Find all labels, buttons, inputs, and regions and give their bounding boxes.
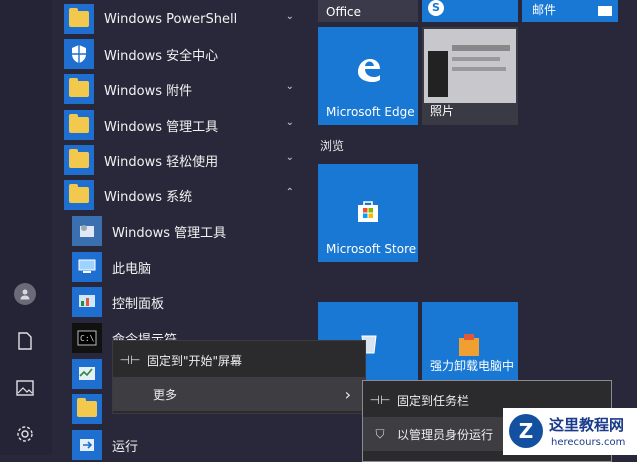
- file-explorer-icon: [72, 394, 102, 424]
- menu-item-label: 以管理员身份运行: [397, 427, 494, 442]
- watermark-title: 这里教程网: [549, 416, 625, 434]
- pictures-icon[interactable]: [12, 375, 38, 401]
- context-menu: ⊣⊢ 固定到"开始"屏幕 更多 ›: [112, 340, 366, 414]
- app-item-windows-admin-tools[interactable]: Windows 管理工具 ⌄: [60, 108, 304, 142]
- chevron-down-icon: ⌄: [285, 152, 294, 163]
- left-rail: [0, 0, 52, 455]
- watermark-logo: Z: [509, 414, 543, 448]
- app-item-label: Windows PowerShell: [104, 11, 238, 27]
- folder-icon: [64, 145, 94, 175]
- tile-microsoft-store[interactable]: Microsoft Store: [318, 164, 418, 262]
- folder-icon: [64, 4, 94, 34]
- sub-item-this-pc[interactable]: 此电脑: [68, 250, 304, 284]
- sub-item-admin-tools[interactable]: Windows 管理工具: [68, 214, 304, 248]
- chevron-down-icon: ⌄: [285, 81, 294, 92]
- control-panel-icon: [72, 287, 102, 317]
- uninstall-icon: [456, 332, 482, 358]
- documents-icon[interactable]: [12, 328, 38, 354]
- photo-thumbnail: [424, 29, 516, 103]
- tile-group-title: 浏览: [320, 139, 345, 153]
- chevron-down-icon: ⌄: [285, 11, 294, 22]
- folder-icon: [64, 110, 94, 140]
- svg-text:C:\: C:\: [80, 334, 95, 343]
- tile-label: 照片: [430, 104, 455, 118]
- menu-item-more[interactable]: 更多 ›: [113, 377, 365, 411]
- admin-shield-icon: ⛉: [375, 426, 385, 441]
- app-item-windows-accessories[interactable]: Windows 附件 ⌄: [60, 72, 304, 106]
- store-icon: [354, 198, 382, 224]
- tile-strong-uninstall[interactable]: 强力卸载电脑中: [422, 302, 518, 380]
- mail-icon: [598, 6, 612, 16]
- app-item-windows-system[interactable]: Windows 系统 ⌃: [60, 178, 304, 212]
- tile-photos[interactable]: 照片: [422, 27, 518, 125]
- tile-skype[interactable]: S: [422, 0, 518, 22]
- app-item-windows-security[interactable]: Windows 安全中心: [60, 37, 304, 71]
- pin-icon: ⊣⊢: [119, 353, 141, 367]
- sub-item-label: 此电脑: [112, 261, 152, 277]
- tile-mail[interactable]: 邮件: [522, 0, 618, 22]
- task-manager-icon: [72, 359, 102, 389]
- tile-label: 强力卸载电脑中: [430, 359, 515, 373]
- app-item-label: Windows 附件: [104, 83, 193, 99]
- skype-icon: S: [428, 0, 444, 16]
- app-item-label: Windows 系统: [104, 189, 193, 205]
- computer-icon: [72, 252, 102, 282]
- admin-tools-icon: [72, 216, 102, 246]
- run-icon: [72, 430, 102, 460]
- menu-item-pin-to-start[interactable]: ⊣⊢ 固定到"开始"屏幕: [113, 343, 365, 377]
- tile-office[interactable]: Office: [318, 0, 418, 22]
- menu-item-label: 固定到任务栏: [397, 393, 470, 408]
- app-item-label: Windows 安全中心: [104, 48, 219, 64]
- sub-item-control-panel[interactable]: 控制面板: [68, 285, 304, 319]
- sub-item-label: Windows 管理工具: [112, 225, 227, 241]
- edge-icon: [354, 55, 384, 85]
- pin-icon: ⊣⊢: [369, 393, 391, 407]
- tile-label: Microsoft Edge: [326, 105, 415, 119]
- command-prompt-icon: C:\: [72, 323, 102, 353]
- menu-item-label: 更多: [153, 387, 178, 402]
- user-avatar[interactable]: [12, 281, 38, 307]
- sub-item-label: 运行: [112, 439, 139, 455]
- shield-icon: [64, 39, 94, 69]
- tile-label: 邮件: [532, 3, 557, 17]
- app-item-windows-ease-of-access[interactable]: Windows 轻松使用 ⌄: [60, 143, 304, 177]
- sub-item-label: 控制面板: [112, 296, 165, 312]
- tile-label: Microsoft Store: [326, 242, 417, 256]
- tile-microsoft-edge[interactable]: Microsoft Edge: [318, 27, 418, 125]
- settings-icon[interactable]: [12, 421, 38, 447]
- watermark-url: herecours.com: [551, 437, 626, 448]
- sub-item-run[interactable]: 运行: [68, 428, 304, 462]
- app-item-label: Windows 管理工具: [104, 119, 219, 135]
- user-icon: [14, 283, 36, 305]
- menu-item-label: 固定到"开始"屏幕: [147, 353, 243, 368]
- chevron-down-icon: ⌄: [285, 117, 294, 128]
- chevron-up-icon: ⌃: [285, 187, 294, 198]
- app-item-label: Windows 轻松使用: [104, 154, 219, 170]
- folder-icon: [64, 74, 94, 104]
- tile-label: Office: [326, 5, 362, 19]
- watermark: Z 这里教程网 herecours.com: [503, 408, 637, 455]
- chevron-right-icon: ›: [344, 384, 351, 404]
- folder-icon: [64, 180, 94, 210]
- app-item-windows-powershell[interactable]: Windows PowerShell ⌄: [60, 2, 304, 36]
